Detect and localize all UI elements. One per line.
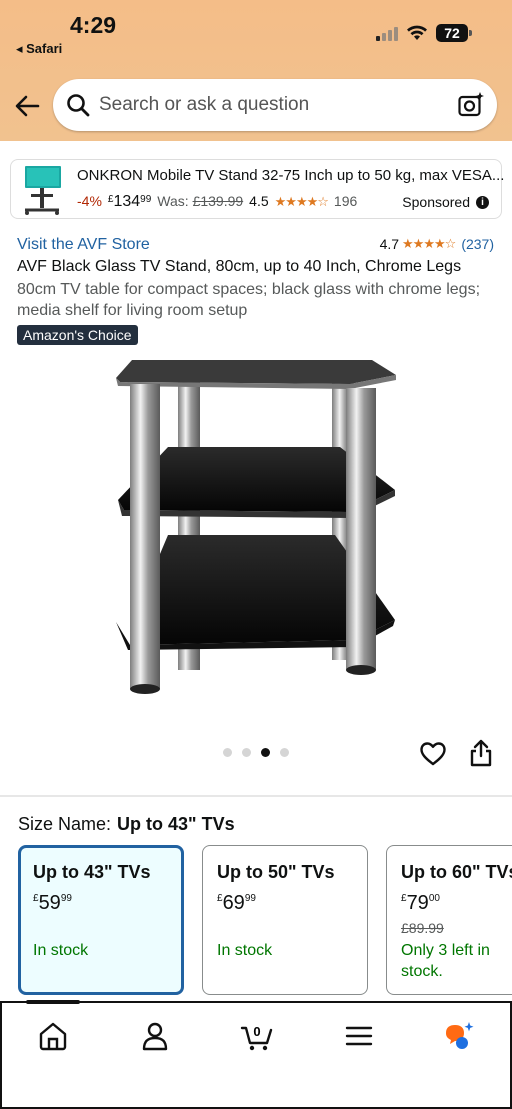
size-option-name: Up to 43" TVs (33, 862, 151, 882)
home-icon[interactable] (36, 1019, 70, 1053)
product-title: AVF Black Glass TV Stand, 80cm, up to 40… (17, 258, 462, 275)
product-image[interactable] (110, 350, 402, 710)
old-price: £89.99 (401, 920, 444, 936)
sponsored-label[interactable]: Sponsored i (402, 194, 489, 210)
size-option-name: Up to 60" TVs (401, 862, 512, 882)
size-option-price: £6999 (217, 892, 256, 914)
status-time: 4:29 (70, 12, 117, 38)
stock-status: Only 3 left in stock. (401, 942, 490, 980)
rating-value: 4.7 (379, 236, 400, 252)
product-description: 80cm TV table for compact spaces; black … (17, 281, 481, 319)
carousel-dot[interactable] (280, 748, 289, 757)
stock-status: In stock (33, 942, 89, 959)
back-to-safari-link[interactable]: ◂ Safari (16, 41, 62, 57)
size-option-name: Up to 50" TVs (217, 862, 335, 882)
active-tab-indicator (26, 1000, 80, 1004)
carousel-dot[interactable] (242, 748, 251, 757)
wifi-icon (407, 25, 427, 40)
size-option-43[interactable]: Up to 43" TVs £5999 In stock (18, 845, 184, 995)
size-option-price: £5999 (33, 892, 72, 914)
product-rating[interactable]: 4.7 ★★★★☆ (237) (380, 236, 494, 252)
rufus-ai-assistant-icon[interactable] (442, 1019, 476, 1053)
search-input[interactable] (99, 94, 439, 116)
carousel-dot-active[interactable] (261, 748, 270, 757)
menu-icon[interactable] (342, 1019, 376, 1053)
stock-status: In stock (217, 942, 273, 959)
ad-was-price: Was: £139.99 (157, 193, 244, 209)
heart-icon[interactable] (419, 740, 447, 768)
amazons-choice-badge: Amazon's Choice (17, 325, 138, 345)
ad-review-count: 196 (333, 193, 358, 209)
cart-icon[interactable]: 0 (240, 1019, 274, 1053)
info-icon[interactable]: i (476, 195, 489, 209)
back-arrow-icon[interactable] (12, 91, 42, 121)
selected-size-value: Up to 43" TVs (117, 814, 235, 834)
size-option-60[interactable]: Up to 60" TVs £7900 £89.99 Only 3 left i… (386, 845, 512, 995)
sponsored-product-ad[interactable]: ONKRON Mobile TV Stand 32-75 Inch up to … (10, 159, 504, 219)
ad-title[interactable]: ONKRON Mobile TV Stand 32-75 Inch up to … (77, 167, 504, 184)
size-option-50[interactable]: Up to 50" TVs £6999 In stock (202, 845, 368, 995)
image-carousel-dots[interactable] (223, 748, 289, 757)
section-divider (0, 795, 512, 797)
share-icon[interactable] (468, 738, 494, 768)
account-icon[interactable] (138, 1019, 172, 1053)
star-rating-icon: ★★★★☆ (402, 236, 456, 252)
ad-meta: -4% £13499 Was: £139.99 4.5 ★★★★☆ 196 (77, 193, 357, 211)
ad-discount: -4% (77, 193, 102, 209)
size-option-price: £7900 (401, 892, 440, 914)
bottom-navigation-bar: 0 (0, 1000, 512, 1109)
app-header: 4:29 ◂ Safari 72 (0, 0, 512, 141)
cart-count: 0 (253, 1024, 260, 1039)
ad-product-thumbnail (25, 166, 61, 215)
carousel-dot[interactable] (223, 748, 232, 757)
ad-star-rating-icon: ★★★★☆ (274, 195, 329, 210)
visit-store-link[interactable]: Visit the AVF Store (17, 236, 150, 254)
search-bar[interactable] (53, 79, 497, 131)
ad-rating: 4.5 (249, 193, 269, 209)
ad-price: £13499 (107, 193, 152, 210)
battery-icon: 72 (436, 24, 472, 42)
status-icons: 72 (376, 24, 472, 42)
size-name-label: Size Name: Up to 43" TVs (18, 814, 235, 834)
cellular-signal-icon (376, 26, 398, 41)
camera-search-icon[interactable] (457, 91, 485, 119)
search-icon (67, 94, 90, 117)
review-count-link[interactable]: (237) (461, 236, 494, 252)
